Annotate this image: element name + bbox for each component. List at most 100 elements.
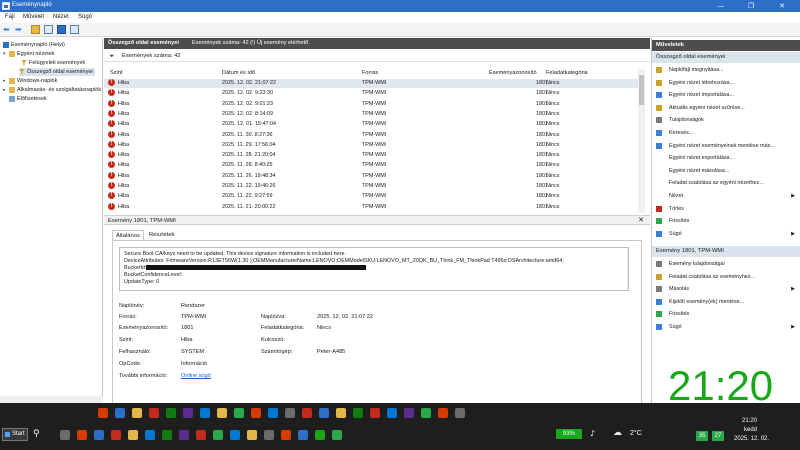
table-row[interactable]: ! Hiba 2025. 11. 22. 9:27:59 TPM-WMI 1801 Nin… xyxy=(104,192,638,201)
taskbar-app-icon[interactable] xyxy=(179,430,189,440)
taskbar-app-icon[interactable] xyxy=(285,408,295,418)
search-icon[interactable]: ⚲ xyxy=(33,429,40,439)
action-item[interactable]: Súgó ▶ xyxy=(656,230,799,239)
action-item[interactable]: Egyéni nézet exportálása... xyxy=(656,154,799,163)
close-icon[interactable]: ✕ xyxy=(638,216,644,224)
help-book-icon[interactable] xyxy=(57,25,66,34)
close-button[interactable]: ✕ xyxy=(771,0,793,12)
table-row[interactable]: ! Hiba 2025. 11. 29. 17:56:04 TPM-WMI 1801 Ni… xyxy=(104,140,638,150)
action-item[interactable]: Frissítés xyxy=(656,310,799,319)
taskbar-app-icon[interactable] xyxy=(230,430,240,440)
scrollbar-thumb[interactable] xyxy=(639,75,644,105)
tree-root[interactable]: Eseménynapló (Helyi) xyxy=(3,41,65,49)
column-header-source[interactable]: Forrás xyxy=(362,69,378,78)
menu-view[interactable]: Nézet xyxy=(53,14,69,20)
tree-windows-logs[interactable]: ▸ Windows-naplók xyxy=(3,77,57,85)
action-item[interactable]: Másolás ▶ xyxy=(656,285,799,294)
table-row[interactable]: ! Hiba 2025. 11. 26. 19:48:34 TPM-WMI 1801 Ni… xyxy=(104,171,638,181)
taskbar-app-icon[interactable] xyxy=(132,408,142,418)
actions-section-summary[interactable]: Összegző oldal eseményei xyxy=(652,52,800,63)
start-button[interactable]: Start xyxy=(2,428,28,441)
tree-subscriptions[interactable]: Előfizetések xyxy=(9,95,47,103)
taskbar-app-icon[interactable] xyxy=(149,408,159,418)
tree-apps-services[interactable]: ▸ Alkalmazás- és szolgáltatásnaplók xyxy=(3,86,103,94)
back-arrow-icon[interactable]: ⬅ xyxy=(3,25,12,34)
table-row[interactable]: ! Hiba 2025. 12. 01. 15:47:04 TPM-WMI 1801 Ni… xyxy=(104,120,638,129)
taskbar-app-icon[interactable] xyxy=(404,408,414,418)
menu-file[interactable]: Fájl xyxy=(5,14,15,20)
column-header-task[interactable]: Feladatkategória xyxy=(546,69,588,78)
taskbar-app-icon[interactable] xyxy=(94,430,104,440)
taskbar-app-icon[interactable] xyxy=(298,430,308,440)
tray-time[interactable]: 21:20 xyxy=(742,418,757,424)
battery-indicator[interactable]: 93% xyxy=(556,429,582,439)
taskbar-app-icon[interactable] xyxy=(166,408,176,418)
action-item[interactable]: Naplófájl megnyitása... xyxy=(656,66,799,75)
action-item[interactable]: Kijelölt esemény(ek) mentése... xyxy=(656,298,799,307)
action-item[interactable]: Egyéni nézet létrehozása... xyxy=(656,79,799,88)
column-header-datetime[interactable]: Dátum és idő xyxy=(222,69,255,78)
tray-badge[interactable]: 35 xyxy=(696,431,708,441)
tray-day[interactable]: kedd xyxy=(744,427,757,433)
taskbar-app-icon[interactable] xyxy=(268,408,278,418)
taskbar-app-icon[interactable] xyxy=(315,430,325,440)
tree-admin-events[interactable]: Felügyeleti események xyxy=(21,59,85,67)
forward-arrow-icon[interactable]: ➡ xyxy=(15,25,24,34)
taskbar-app-icon[interactable] xyxy=(77,430,87,440)
taskbar-app-icon[interactable] xyxy=(353,408,363,418)
event-description[interactable]: Secure Boot CA/keys need to be updated. … xyxy=(119,247,629,291)
table-row[interactable]: ! Hiba 2025. 12. 02. 21:07:22 TPM-WMI 1801 Ni… xyxy=(104,79,638,88)
taskbar-app-icon[interactable] xyxy=(162,430,172,440)
description-scrollbar[interactable] xyxy=(627,248,628,290)
maximize-button[interactable]: ❐ xyxy=(740,0,762,12)
action-item[interactable]: Feladat csatolása az eseményhez... xyxy=(656,273,799,282)
column-header-event-id[interactable]: Eseményazonosító xyxy=(489,69,537,78)
action-item[interactable]: Keresés... xyxy=(656,129,799,138)
taskbar-app-icon[interactable] xyxy=(196,430,206,440)
table-row[interactable]: ! Hiba 2025. 11. 22. 19:46:26 TPM-WMI 1801 Ni… xyxy=(104,182,638,191)
action-item[interactable]: Feladat csatolása az egyéni nézethez... xyxy=(656,179,799,188)
action-item[interactable]: Esemény tulajdonságai xyxy=(656,260,799,269)
taskbar-app-icon[interactable] xyxy=(200,408,210,418)
column-header-level[interactable]: Szint xyxy=(110,69,122,78)
table-row[interactable]: ! Hiba 2025. 11. 28. 21:20:04 TPM-WMI 1801 Ni… xyxy=(104,151,638,160)
taskbar-app-icon[interactable] xyxy=(60,430,70,440)
table-row[interactable]: ! Hiba 2025. 11. 30. 8:27:36 TPM-WMI 1801 Nin… xyxy=(104,130,638,140)
taskbar-app-icon[interactable] xyxy=(183,408,193,418)
taskbar-app-icon[interactable] xyxy=(234,408,244,418)
table-row[interactable]: ! Hiba 2025. 12. 02. 9:23:30 TPM-WMI 1801 Nin… xyxy=(104,89,638,98)
action-item[interactable]: Tulajdonságok xyxy=(656,116,799,125)
action-item[interactable]: Nézet ▶ xyxy=(656,192,799,201)
taskbar-app-icon[interactable] xyxy=(370,408,380,418)
taskbar-app-icon[interactable] xyxy=(217,408,227,418)
tray-date[interactable]: 2025. 12. 02. xyxy=(734,436,769,442)
menu-help[interactable]: Súgó xyxy=(78,14,92,20)
taskbar-app-icon[interactable] xyxy=(115,408,125,418)
taskbar-app-icon[interactable] xyxy=(251,408,261,418)
taskbar-app-icon[interactable] xyxy=(213,430,223,440)
tree-custom-views[interactable]: ▾ Egyéni nézetek xyxy=(3,50,55,58)
taskbar-app-icon[interactable] xyxy=(247,430,257,440)
action-item[interactable]: Súgó ▶ xyxy=(656,323,799,332)
table-row[interactable]: ! Hiba 2025. 11. 28. 8:40:25 TPM-WMI 1801 Nin… xyxy=(104,161,638,170)
tray-badge[interactable]: 27 xyxy=(712,431,724,441)
action-item[interactable]: Egyéni nézet eseményeinek mentése más... xyxy=(656,142,799,151)
taskbar-app-icon[interactable] xyxy=(281,430,291,440)
taskbar-app-icon[interactable] xyxy=(302,408,312,418)
action-item[interactable]: Frissítés xyxy=(656,217,799,226)
folder-icon[interactable] xyxy=(31,25,40,34)
taskbar-app-icon[interactable] xyxy=(455,408,465,418)
taskbar-app-icon[interactable] xyxy=(145,430,155,440)
action-item[interactable]: Egyéni nézet importálása... xyxy=(656,91,799,100)
tab-general[interactable]: Általános xyxy=(112,230,144,240)
taskbar-app-icon[interactable] xyxy=(438,408,448,418)
console-tree-icon[interactable] xyxy=(44,25,53,34)
volume-icon[interactable]: ♪ xyxy=(590,429,595,438)
table-row[interactable]: ! Hiba 2025. 12. 02. 8:14:09 TPM-WMI 1801 Nin… xyxy=(104,109,638,119)
taskbar-app-icon[interactable] xyxy=(387,408,397,418)
menu-action[interactable]: Művelet xyxy=(23,14,44,20)
actions-section-event[interactable]: Esemény 1801, TPM-WMI xyxy=(652,246,800,257)
action-item[interactable]: Törlés xyxy=(656,205,799,214)
taskbar-app-icon[interactable] xyxy=(111,430,121,440)
table-row[interactable]: ! Hiba 2025. 11. 21. 20:00:22 TPM-WMI 1801 Ni… xyxy=(104,202,638,212)
